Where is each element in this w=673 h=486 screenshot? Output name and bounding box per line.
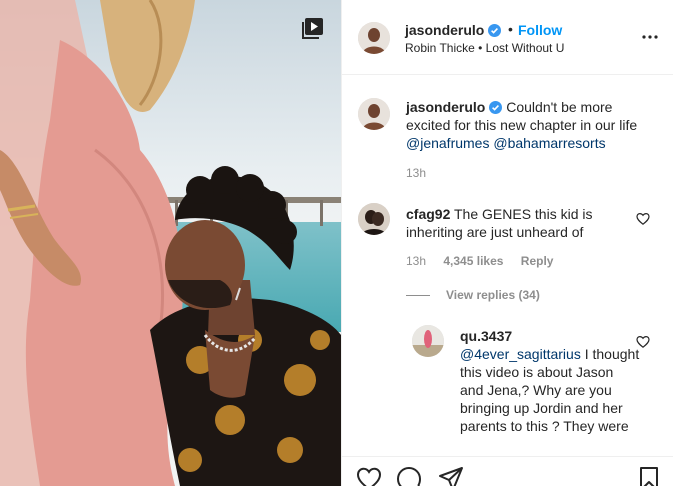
share-icon[interactable]: [438, 466, 464, 486]
post-author-username[interactable]: jasonderulo: [405, 22, 502, 38]
mention-link[interactable]: @4ever_sagittarius: [460, 346, 581, 362]
verified-badge-icon: [489, 101, 503, 114]
comment-likes[interactable]: 4,345 likes: [443, 254, 503, 268]
post-actions-bar: [342, 456, 673, 486]
post-header: jasonderulo • Follow Robin Thicke • Lost…: [342, 0, 673, 75]
avatar[interactable]: [358, 203, 390, 235]
post-sidebar: jasonderulo • Follow Robin Thicke • Lost…: [341, 0, 673, 486]
view-replies-button[interactable]: View replies (34): [406, 288, 540, 302]
reply-body: qu.3437 @4ever_sagittarius I thought thi…: [460, 327, 640, 435]
comments-list[interactable]: jasonderulo Couldn't be more excited for…: [342, 76, 673, 456]
audio-track-link[interactable]: Robin Thicke • Lost Without U: [405, 41, 564, 55]
mention-link[interactable]: @bahamarresorts: [493, 135, 605, 151]
follow-button[interactable]: Follow: [518, 22, 562, 38]
post-media[interactable]: [0, 0, 341, 486]
avatar[interactable]: [358, 98, 390, 130]
more-options-icon[interactable]: [640, 29, 660, 45]
comment-author[interactable]: cfag92: [406, 206, 450, 222]
avatar[interactable]: [358, 22, 390, 54]
heart-icon[interactable]: [356, 466, 382, 486]
post-caption: jasonderulo Couldn't be more excited for…: [406, 98, 656, 152]
mention-link[interactable]: @jenafrumes: [406, 135, 489, 151]
avatar[interactable]: [412, 325, 444, 357]
comment-body: cfag92 The GENES this kid is inheriting …: [406, 205, 626, 241]
comment-icon[interactable]: [396, 466, 422, 486]
reply-button[interactable]: Reply: [521, 254, 554, 268]
bookmark-icon[interactable]: [636, 466, 662, 486]
caption-timestamp[interactable]: 13h: [406, 166, 426, 180]
video-icon: [302, 18, 323, 39]
verified-badge-icon: [488, 24, 502, 37]
reply-author[interactable]: qu.3437: [460, 327, 640, 345]
caption-author[interactable]: jasonderulo: [406, 99, 485, 115]
replies-divider: [406, 295, 430, 296]
heart-icon[interactable]: [636, 212, 650, 226]
comment-timestamp[interactable]: 13h: [406, 254, 426, 268]
view-replies-label: View replies (34): [446, 288, 540, 302]
post-photo: [0, 0, 341, 486]
comment-meta: 13h 4,345 likes Reply: [406, 254, 553, 268]
separator-dot: •: [508, 21, 513, 37]
heart-icon[interactable]: [636, 335, 650, 349]
author-name[interactable]: jasonderulo: [405, 22, 484, 38]
